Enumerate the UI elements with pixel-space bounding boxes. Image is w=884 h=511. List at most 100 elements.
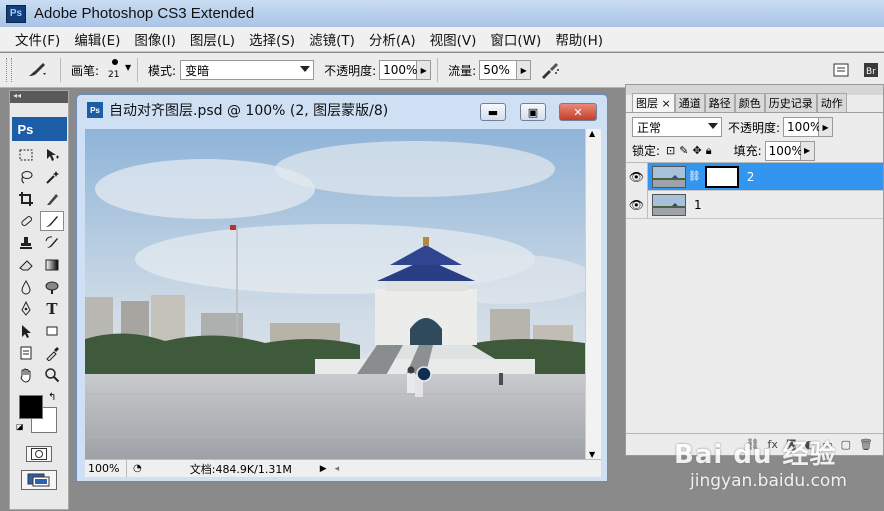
document-title-bar[interactable]: Ps 自动对齐图层.psd @ 100% (2, 图层蒙版/8) ▬ ▣ ✕ <box>77 95 607 125</box>
zoom-tool-icon[interactable] <box>40 365 64 385</box>
menu-filter[interactable]: 滤镜(T) <box>302 29 362 49</box>
pen-tool-icon[interactable] <box>14 299 38 319</box>
lock-row: 锁定: ⊡ ✎ ✥ 🔒︎ 填充: 100% ▶ <box>626 139 883 163</box>
crop-tool-icon[interactable] <box>14 189 38 209</box>
link-icon[interactable]: ⛓︎ <box>688 171 701 182</box>
add-mask-icon[interactable]: ◙ <box>786 438 797 451</box>
blur-tool-icon[interactable] <box>14 277 38 297</box>
tool-preset-picker[interactable] <box>20 57 54 83</box>
gradient-tool-icon[interactable] <box>40 255 64 275</box>
trash-icon[interactable]: 🗑︎ <box>859 438 873 451</box>
tab-actions[interactable]: 动作 <box>816 93 847 112</box>
menu-analysis[interactable]: 分析(A) <box>362 29 423 49</box>
magic-wand-tool-icon[interactable] <box>40 167 64 187</box>
marquee-tool-icon[interactable] <box>14 145 38 165</box>
screen-mode-button[interactable] <box>21 470 57 490</box>
status-menu-icon[interactable]: ◔ <box>133 463 142 474</box>
close-icon: ✕ <box>573 105 583 119</box>
adjustment-layer-icon[interactable]: ◐ <box>805 438 815 451</box>
flow-field[interactable]: 50% <box>479 60 518 80</box>
lock-position-icon[interactable]: ✥ <box>692 144 701 157</box>
path-selection-tool-icon[interactable] <box>14 321 38 341</box>
menu-view[interactable]: 视图(V) <box>423 29 484 49</box>
bridge-icon[interactable]: Br <box>860 57 882 83</box>
foreground-color[interactable] <box>19 395 43 419</box>
lock-pixels-icon[interactable]: ✎ <box>679 144 688 157</box>
close-button[interactable]: ✕ <box>559 103 597 121</box>
default-colors-icon[interactable]: ◪ <box>16 422 24 431</box>
brush-tool-icon[interactable] <box>40 211 64 231</box>
tab-history[interactable]: 历史记录 <box>764 93 817 112</box>
lasso-tool-icon[interactable] <box>14 167 38 187</box>
layer-row[interactable]: 👁︎ ⛓︎ 2 <box>626 162 883 191</box>
tab-color[interactable]: 颜色 <box>734 93 765 112</box>
healing-brush-tool-icon[interactable] <box>14 211 38 231</box>
lock-all-icon[interactable]: 🔒︎ <box>706 144 712 158</box>
menu-help[interactable]: 帮助(H) <box>548 29 610 49</box>
layer-row[interactable]: 👁︎ 1 <box>626 190 883 219</box>
tab-paths[interactable]: 路径 <box>704 93 735 112</box>
layer-mask-thumbnail[interactable] <box>704 165 739 188</box>
airbrush-icon <box>542 63 560 79</box>
toolbox-collapse-bar[interactable]: ◂◂ <box>10 91 68 103</box>
move-tool-icon[interactable] <box>40 145 64 165</box>
image-canvas[interactable] <box>85 129 585 459</box>
slice-tool-icon[interactable] <box>40 189 64 209</box>
notes-tool-icon[interactable] <box>14 343 38 363</box>
tab-channels[interactable]: 通道 <box>674 93 705 112</box>
menu-file[interactable]: 文件(F) <box>8 29 67 49</box>
menu-select[interactable]: 选择(S) <box>242 29 302 49</box>
quick-mask-button[interactable] <box>26 446 52 462</box>
fill-slider-toggle[interactable]: ▶ <box>800 140 815 161</box>
brush-picker[interactable]: 21 ▼ <box>103 57 131 83</box>
chevron-down-icon <box>708 123 718 129</box>
blend-row: 正常 不透明度: 100% ▶ <box>626 115 883 139</box>
menu-window[interactable]: 窗口(W) <box>483 29 548 49</box>
palette-well-icon[interactable] <box>830 57 852 83</box>
close-icon[interactable]: × <box>662 97 671 110</box>
status-arrow-icon[interactable]: ▶ <box>320 464 327 474</box>
layer-opacity-field[interactable]: 100% <box>783 117 821 137</box>
zoom-field[interactable]: 100% <box>85 460 127 477</box>
minimize-icon: ▬ <box>487 105 499 119</box>
maximize-button[interactable]: ▣ <box>520 103 546 121</box>
scroll-left-icon[interactable]: ◂ <box>335 464 340 474</box>
new-group-icon[interactable]: ▭ <box>822 438 832 451</box>
opacity-slider-toggle[interactable]: ▶ <box>417 60 432 80</box>
menu-image[interactable]: 图像(I) <box>127 29 183 49</box>
dodge-tool-icon[interactable] <box>40 277 64 297</box>
airbrush-toggle[interactable] <box>537 57 563 83</box>
rectangle-tool-icon[interactable] <box>40 321 64 341</box>
fill-field[interactable]: 100% <box>764 140 803 161</box>
menu-edit[interactable]: 编辑(E) <box>67 29 127 49</box>
scroll-up-icon[interactable]: ▲ <box>589 129 595 138</box>
vertical-scrollbar[interactable]: ▲ ▼ <box>585 129 601 459</box>
mode-dropdown[interactable]: 变暗 <box>180 60 315 80</box>
history-brush-tool-icon[interactable] <box>40 233 64 253</box>
options-bar-grip[interactable] <box>6 58 12 82</box>
eyedropper-tool-icon[interactable] <box>40 343 64 363</box>
type-tool-icon[interactable]: T <box>40 299 64 319</box>
swap-colors-icon[interactable]: ↰ <box>48 392 56 403</box>
maximize-icon: ▣ <box>527 105 539 119</box>
minimize-button[interactable]: ▬ <box>480 103 506 121</box>
link-layers-icon[interactable]: ⛓︎ <box>746 438 760 451</box>
photoshop-logo: Ps <box>6 4 26 23</box>
menu-layer[interactable]: 图层(L) <box>183 29 242 49</box>
lock-transparency-icon[interactable]: ⊡ <box>666 144 675 157</box>
eraser-tool-icon[interactable] <box>14 255 38 275</box>
eye-icon[interactable]: 👁︎ <box>626 162 648 191</box>
hand-tool-icon[interactable] <box>14 365 38 385</box>
layer-opacity-slider-toggle[interactable]: ▶ <box>819 117 834 137</box>
opacity-field[interactable]: 100% <box>379 60 417 80</box>
new-layer-icon[interactable]: ▢ <box>841 438 851 451</box>
scroll-down-icon[interactable]: ▼ <box>589 450 595 459</box>
flow-slider-toggle[interactable]: ▶ <box>517 60 532 80</box>
eye-icon[interactable]: 👁︎ <box>626 190 648 219</box>
blend-mode-dropdown[interactable]: 正常 <box>632 117 722 137</box>
clone-stamp-tool-icon[interactable] <box>14 233 38 253</box>
layer-style-icon[interactable]: fx <box>768 438 778 451</box>
document-title: 自动对齐图层.psd @ 100% (2, 图层蒙版/8) <box>109 103 389 119</box>
app-title-bar: Ps Adobe Photoshop CS3 Extended <box>0 0 884 27</box>
tab-layers[interactable]: 图层 × <box>632 93 675 112</box>
